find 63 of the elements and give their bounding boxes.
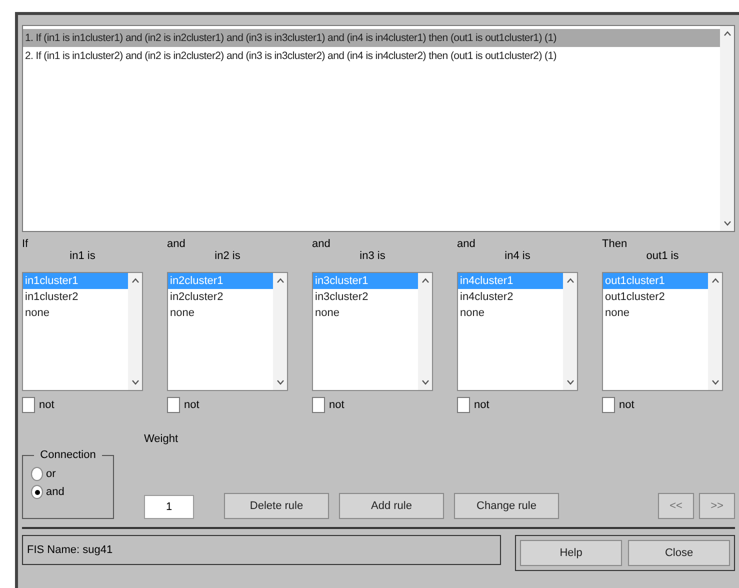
membership-item[interactable]: out1cluster2 [603, 289, 708, 305]
radio-button[interactable] [31, 467, 43, 481]
rule-item[interactable]: 1. If (in1 is in1cluster1) and (in2 is in2cluster1) and (in3 is in3cluster1) and (in4 is in4cluster1) then (out1 is out1cluster1) (1) [23, 29, 720, 47]
scroll-up-icon[interactable] [132, 278, 138, 283]
scroll-up-icon[interactable] [566, 278, 574, 283]
connector-label: Then [602, 238, 628, 250]
weight-label: Weight [144, 433, 180, 445]
scroll-down-icon[interactable] [132, 380, 138, 385]
membership-item[interactable]: in1cluster2 [23, 289, 128, 305]
radio-label: and [46, 486, 64, 498]
connector-label: and [312, 238, 332, 250]
rule-list[interactable] [22, 25, 735, 232]
connector-label: and [167, 238, 186, 250]
rule-button[interactable]: Add rule [339, 493, 444, 519]
scroll-up-icon[interactable] [276, 278, 284, 283]
scroll-down-icon[interactable] [724, 221, 730, 226]
membership-list[interactable]: in3cluster1 in3cluster2 none [312, 272, 433, 391]
scroll-down-icon[interactable] [276, 380, 284, 385]
membership-item[interactable]: in4cluster2 [458, 289, 563, 305]
membership-item[interactable]: in2cluster2 [168, 289, 273, 305]
rule-button[interactable]: Change rule [454, 493, 559, 519]
radio-label: or [46, 468, 56, 480]
not-label: not [329, 399, 344, 411]
not-checkbox[interactable] [602, 397, 615, 413]
variable-label: in1 is [70, 250, 96, 262]
scroll-up-icon[interactable] [724, 31, 730, 36]
not-label: not [39, 399, 54, 411]
rule-button[interactable]: Delete rule [224, 493, 329, 519]
scroll-down-icon[interactable] [422, 380, 428, 385]
membership-list[interactable]: out1cluster1 out1cluster2 none [602, 272, 723, 391]
not-label: not [619, 399, 634, 411]
footer-button[interactable]: Help [520, 540, 622, 566]
membership-list[interactable]: in2cluster1 in2cluster2 none [167, 272, 288, 391]
not-checkbox[interactable] [312, 397, 325, 413]
membership-item[interactable]: none [23, 305, 128, 321]
weight-field[interactable]: 1 [144, 495, 194, 519]
status-text: FIS Name: sug41 [22, 535, 501, 565]
not-checkbox[interactable] [167, 397, 180, 413]
scroll-down-icon[interactable] [712, 380, 718, 385]
not-label: not [184, 399, 200, 411]
radio-button[interactable] [31, 485, 43, 499]
connector-label: If [22, 238, 30, 250]
membership-item[interactable]: none [458, 305, 563, 321]
membership-list[interactable]: in1cluster1 in1cluster2 none [22, 272, 143, 391]
variable-label: in3 is [360, 250, 386, 262]
membership-item[interactable]: in3cluster2 [313, 289, 418, 305]
not-checkbox[interactable] [22, 397, 35, 413]
scroll-up-icon[interactable] [712, 278, 718, 283]
not-checkbox[interactable] [457, 397, 470, 413]
membership-item[interactable]: none [168, 305, 273, 321]
membership-item[interactable]: none [313, 305, 418, 321]
variable-label: in2 is [214, 250, 240, 262]
connection-title: Connection [39, 449, 97, 461]
rule-item[interactable]: 2. If (in1 is in1cluster2) and (in2 is in2cluster2) and (in3 is in3cluster2) and (in4 is in4cluster2) then (out1 is out1cluster2) (1) [23, 47, 720, 65]
connector-label: and [457, 238, 476, 250]
membership-item[interactable]: none [603, 305, 708, 321]
variable-label: out1 is [646, 250, 679, 262]
variable-label: in4 is [504, 250, 530, 262]
scroll-up-icon[interactable] [422, 278, 428, 283]
scroll-down-icon[interactable] [566, 380, 574, 385]
footer-button[interactable]: Close [628, 540, 730, 566]
not-label: not [474, 399, 490, 411]
membership-list[interactable]: in4cluster1 in4cluster2 none [457, 272, 578, 391]
